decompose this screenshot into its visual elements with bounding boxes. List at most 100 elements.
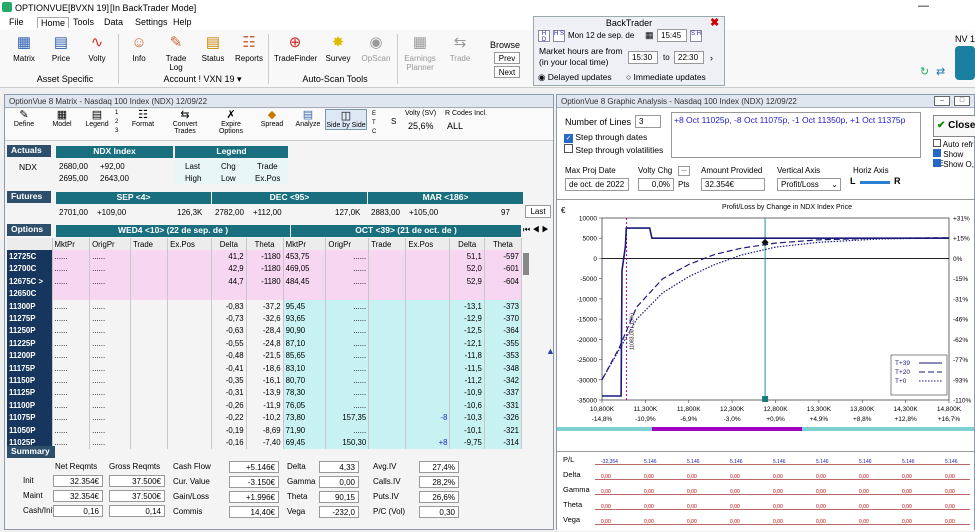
option-cell[interactable] bbox=[130, 349, 169, 362]
option-cell[interactable] bbox=[130, 287, 169, 300]
option-cell[interactable] bbox=[130, 312, 169, 325]
pl-chart[interactable]: Profit/Loss by Change in NDX Index Price… bbox=[557, 200, 974, 450]
analyze-button[interactable]: ▤ Analyze bbox=[293, 109, 323, 128]
option-row[interactable]: 11275P............ -0,73 -32,6 93,65...... -… bbox=[7, 312, 523, 325]
legend-button[interactable]: ▤ Legend bbox=[83, 109, 111, 128]
last-button[interactable]: Last bbox=[525, 205, 551, 218]
ellipsis-button[interactable]: ... bbox=[678, 166, 690, 176]
expire-options-button[interactable]: ✗ Expire Options bbox=[209, 109, 253, 135]
option-cell[interactable] bbox=[130, 337, 169, 350]
strike-cell[interactable]: 11100P bbox=[7, 399, 53, 412]
col-header[interactable]: Trade bbox=[368, 238, 407, 251]
option-cell[interactable] bbox=[130, 262, 169, 276]
option-cell[interactable] bbox=[368, 423, 407, 437]
option-cell[interactable] bbox=[368, 299, 407, 313]
option-cell[interactable] bbox=[368, 275, 407, 288]
close-icon[interactable]: ✖ bbox=[710, 16, 719, 29]
volty-chg-input[interactable]: 0,0% bbox=[638, 178, 674, 191]
option-cell[interactable] bbox=[130, 411, 169, 424]
strike-cell[interactable]: 12675C > bbox=[7, 275, 53, 288]
strike-cell[interactable]: 12725C bbox=[7, 250, 53, 263]
chevron-right-icon[interactable]: › bbox=[710, 53, 713, 63]
row-count-stepper[interactable]: 123 bbox=[115, 109, 118, 136]
opscan-button[interactable]: ◉ OpScan bbox=[360, 34, 392, 63]
option-cell[interactable] bbox=[368, 411, 407, 424]
info-button[interactable]: ☺ Info bbox=[123, 34, 155, 63]
volty-button[interactable]: ∿ Volty bbox=[81, 34, 113, 63]
option-cell[interactable] bbox=[368, 312, 407, 325]
earnings-planner-button[interactable]: ▦ Earnings Planner bbox=[402, 34, 438, 72]
option-cell[interactable] bbox=[368, 436, 407, 449]
option-row[interactable]: 11025P............ -0,16 -7,40 69,45 150,30 +… bbox=[7, 436, 523, 449]
market-to[interactable]: 22:30 bbox=[674, 51, 704, 64]
option-cell[interactable] bbox=[130, 399, 169, 412]
define-button[interactable]: ✎ Define bbox=[11, 109, 37, 128]
model-button[interactable]: ▦ Model bbox=[49, 109, 75, 128]
strike-cell[interactable]: 11150P bbox=[7, 374, 53, 387]
option-cell[interactable] bbox=[130, 299, 169, 313]
positions-box[interactable]: +8 Oct 11025p, -8 Oct 11075p, -1 Oct 113… bbox=[671, 112, 921, 158]
volty-sv-value[interactable]: 25,6% bbox=[408, 121, 434, 131]
strike-cell[interactable]: 11125P bbox=[7, 386, 53, 400]
option-cell[interactable] bbox=[130, 361, 169, 375]
option-cell[interactable] bbox=[130, 250, 169, 263]
col-header[interactable]: MktPr bbox=[52, 238, 91, 251]
immediate-updates-radio[interactable]: ○ Immediate updates bbox=[626, 72, 706, 82]
strike-cell[interactable]: 11225P bbox=[7, 337, 53, 350]
reports-button[interactable]: ☷ Reports bbox=[233, 34, 265, 63]
option-row[interactable]: 11250P............ -0,63 -28,4 90,90...... -… bbox=[7, 324, 523, 338]
option-cell[interactable] bbox=[368, 337, 407, 350]
strike-cell[interactable]: 12650C bbox=[7, 287, 53, 300]
option-cell[interactable] bbox=[130, 374, 169, 387]
convert-trades-button[interactable]: ⇆ Convert Trades bbox=[163, 109, 207, 135]
option-row[interactable]: 11075P............ -0,22 -10,2 73,80 157,35 -… bbox=[7, 411, 523, 424]
option-cell[interactable] bbox=[130, 324, 169, 338]
minimize-window-icon[interactable]: – bbox=[934, 96, 950, 106]
hd-button[interactable]: H D bbox=[538, 30, 550, 43]
menu-home[interactable]: Home bbox=[37, 17, 70, 28]
expand-up-icon[interactable]: ▲ bbox=[546, 346, 555, 356]
delayed-updates-radio[interactable]: ◉ Delayed updates bbox=[538, 72, 612, 83]
option-cell[interactable] bbox=[368, 324, 407, 338]
option-cell[interactable] bbox=[368, 399, 407, 412]
spread-button[interactable]: ◆ Spread bbox=[257, 109, 287, 128]
option-row[interactable]: 12675C >............ 44,7 -1180 484,45.....… bbox=[7, 275, 523, 288]
option-row[interactable]: 12725C............ 41,2 -1180 453,75...... 5… bbox=[7, 250, 523, 263]
nav-arrows-icon[interactable]: ⏮ ◀ ▶ bbox=[523, 225, 549, 235]
link-icon[interactable]: ⇄ bbox=[936, 65, 945, 78]
menu-file[interactable]: File bbox=[6, 17, 27, 27]
col-header[interactable]: MktPr bbox=[283, 238, 327, 251]
rcodes-value[interactable]: ALL bbox=[447, 121, 463, 131]
option-cell[interactable] bbox=[130, 423, 169, 437]
strike-cell[interactable]: 11300P bbox=[7, 299, 53, 313]
browse-prev-button[interactable]: Prev bbox=[494, 52, 520, 64]
col-header[interactable]: Delta bbox=[449, 238, 485, 251]
col-header[interactable]: Ex.Pos bbox=[405, 238, 451, 251]
s-button[interactable]: S bbox=[391, 117, 396, 126]
survey-button[interactable]: ✸ Survey bbox=[322, 34, 354, 63]
option-cell[interactable] bbox=[130, 436, 169, 449]
option-cell[interactable] bbox=[368, 287, 407, 300]
amount-input[interactable]: 32.354€ bbox=[701, 178, 765, 191]
option-row[interactable]: 11225P............ -0,55 -24,8 87,10...... -… bbox=[7, 337, 523, 350]
col-header[interactable]: Ex.Pos bbox=[167, 238, 213, 251]
price-button[interactable]: ▤ Price bbox=[45, 34, 77, 63]
option-row[interactable]: 11175P............ -0,41 -18,6 83,10...... -… bbox=[7, 361, 523, 375]
step-vol-checkbox[interactable]: Step through volatilities bbox=[564, 144, 663, 155]
browse-next-button[interactable]: Next bbox=[494, 66, 520, 78]
strike-cell[interactable]: 12700C bbox=[7, 262, 53, 276]
strike-cell[interactable]: 11200P bbox=[7, 349, 53, 362]
option-row[interactable]: 11300P............ -0,83 -37,2 95,45...... -… bbox=[7, 299, 523, 313]
side-by-side-button[interactable]: ◫ Side by Side bbox=[325, 109, 367, 130]
option-cell[interactable] bbox=[368, 361, 407, 375]
option-row[interactable]: 11100P............ -0,26 -11,9 76,05...... -… bbox=[7, 399, 523, 412]
trade-button[interactable]: ⇆ Trade bbox=[444, 34, 476, 63]
option-cell[interactable] bbox=[368, 349, 407, 362]
close-button[interactable]: ✔ Close bbox=[933, 115, 975, 137]
format-button[interactable]: ☷ Format bbox=[129, 109, 157, 128]
option-row[interactable]: 11050P............ -0,19 -8,69 71,90...... -… bbox=[7, 423, 523, 437]
col-header[interactable]: Theta bbox=[246, 238, 284, 251]
col-header[interactable]: OrigPr bbox=[89, 238, 131, 251]
strike-cell[interactable]: 11275P bbox=[7, 312, 53, 325]
vaxis-select[interactable]: Profit/Loss ⌄ bbox=[777, 178, 841, 191]
